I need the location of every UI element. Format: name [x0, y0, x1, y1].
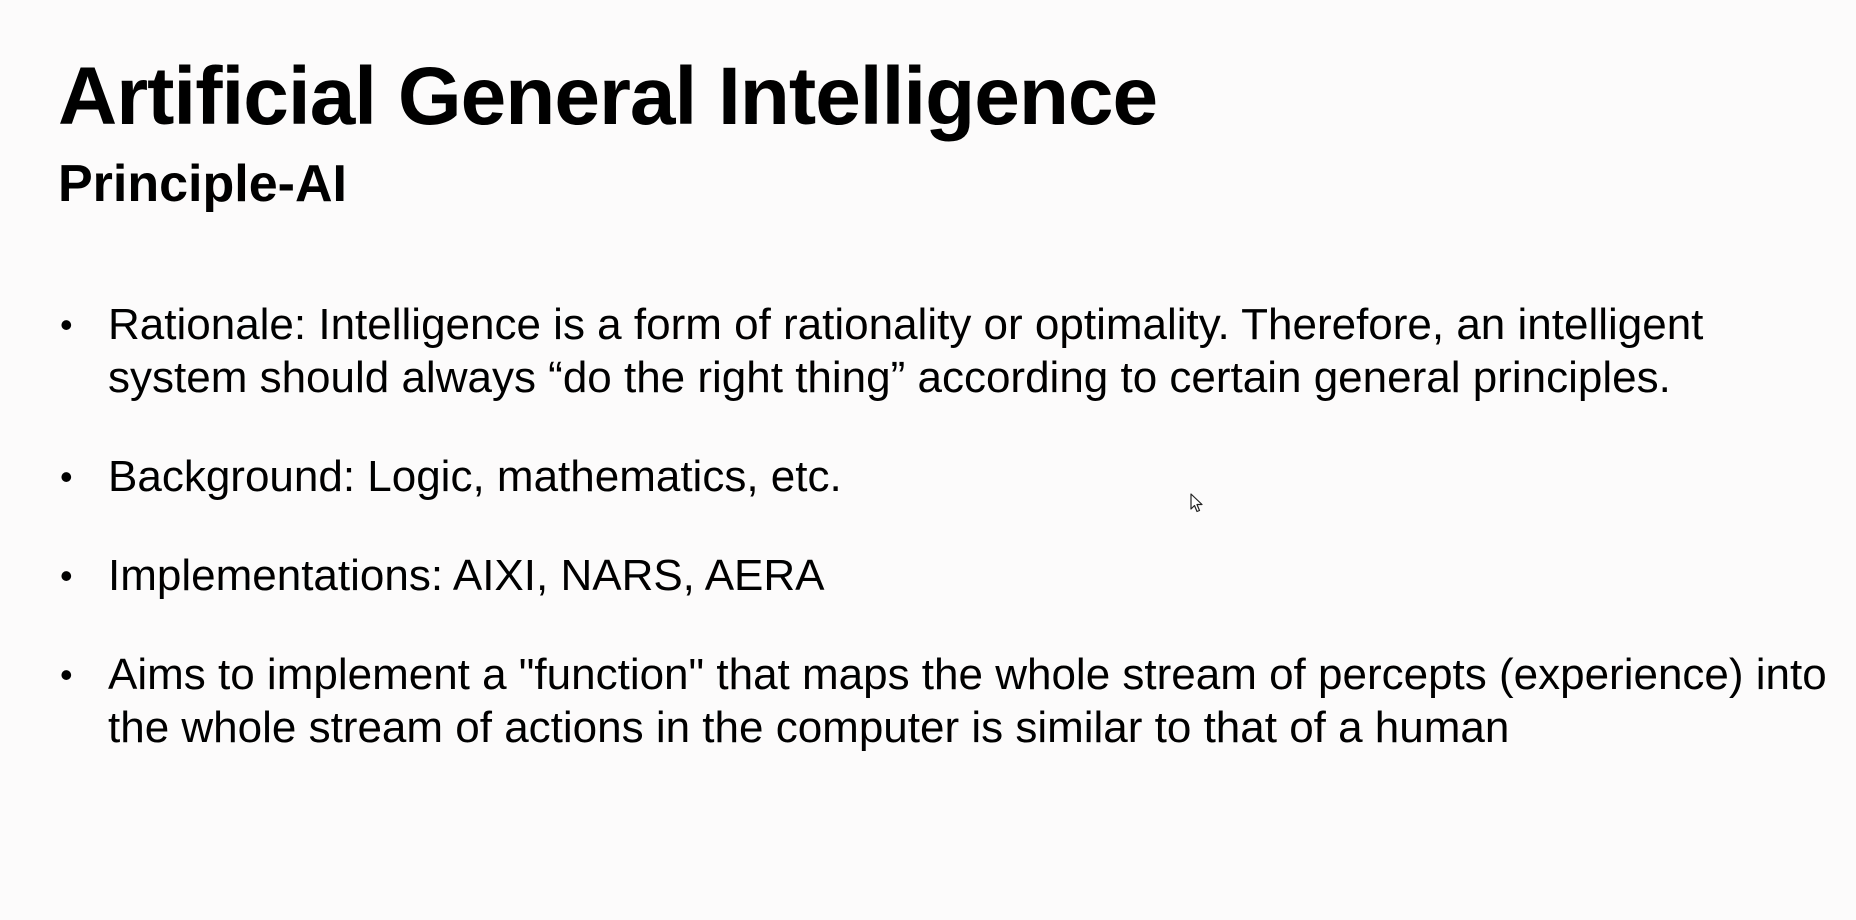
- bullet-dot: •: [60, 654, 73, 695]
- bullet-item-rationale: • Rationale: Intelligence is a form of r…: [58, 298, 1838, 404]
- mouse-pointer-icon: [1190, 493, 1203, 513]
- bullet-dot: •: [60, 555, 73, 596]
- bullet-item-implementations: • Implementations: AIXI, NARS, AERA: [58, 549, 1838, 602]
- bullet-dot: •: [60, 456, 73, 497]
- slide-subtitle: Principle-AI: [58, 155, 347, 213]
- bullet-item-background: • Background: Logic, mathematics, etc.: [58, 450, 1838, 503]
- bullet-text: Rationale: Intelligence is a form of rat…: [108, 300, 1704, 402]
- bullet-list: • Rationale: Intelligence is a form of r…: [58, 298, 1838, 754]
- bullet-item-aims: • Aims to implement a "function" that ma…: [58, 648, 1838, 754]
- bullet-text: Aims to implement a "function" that maps…: [108, 650, 1827, 752]
- bullet-dot: •: [60, 304, 73, 345]
- bullet-text: Implementations: AIXI, NARS, AERA: [108, 551, 825, 600]
- slide-title: Artificial General Intelligence: [58, 51, 1158, 142]
- slide: Artificial General Intelligence Principl…: [0, 0, 1856, 920]
- bullet-text: Background: Logic, mathematics, etc.: [108, 452, 842, 501]
